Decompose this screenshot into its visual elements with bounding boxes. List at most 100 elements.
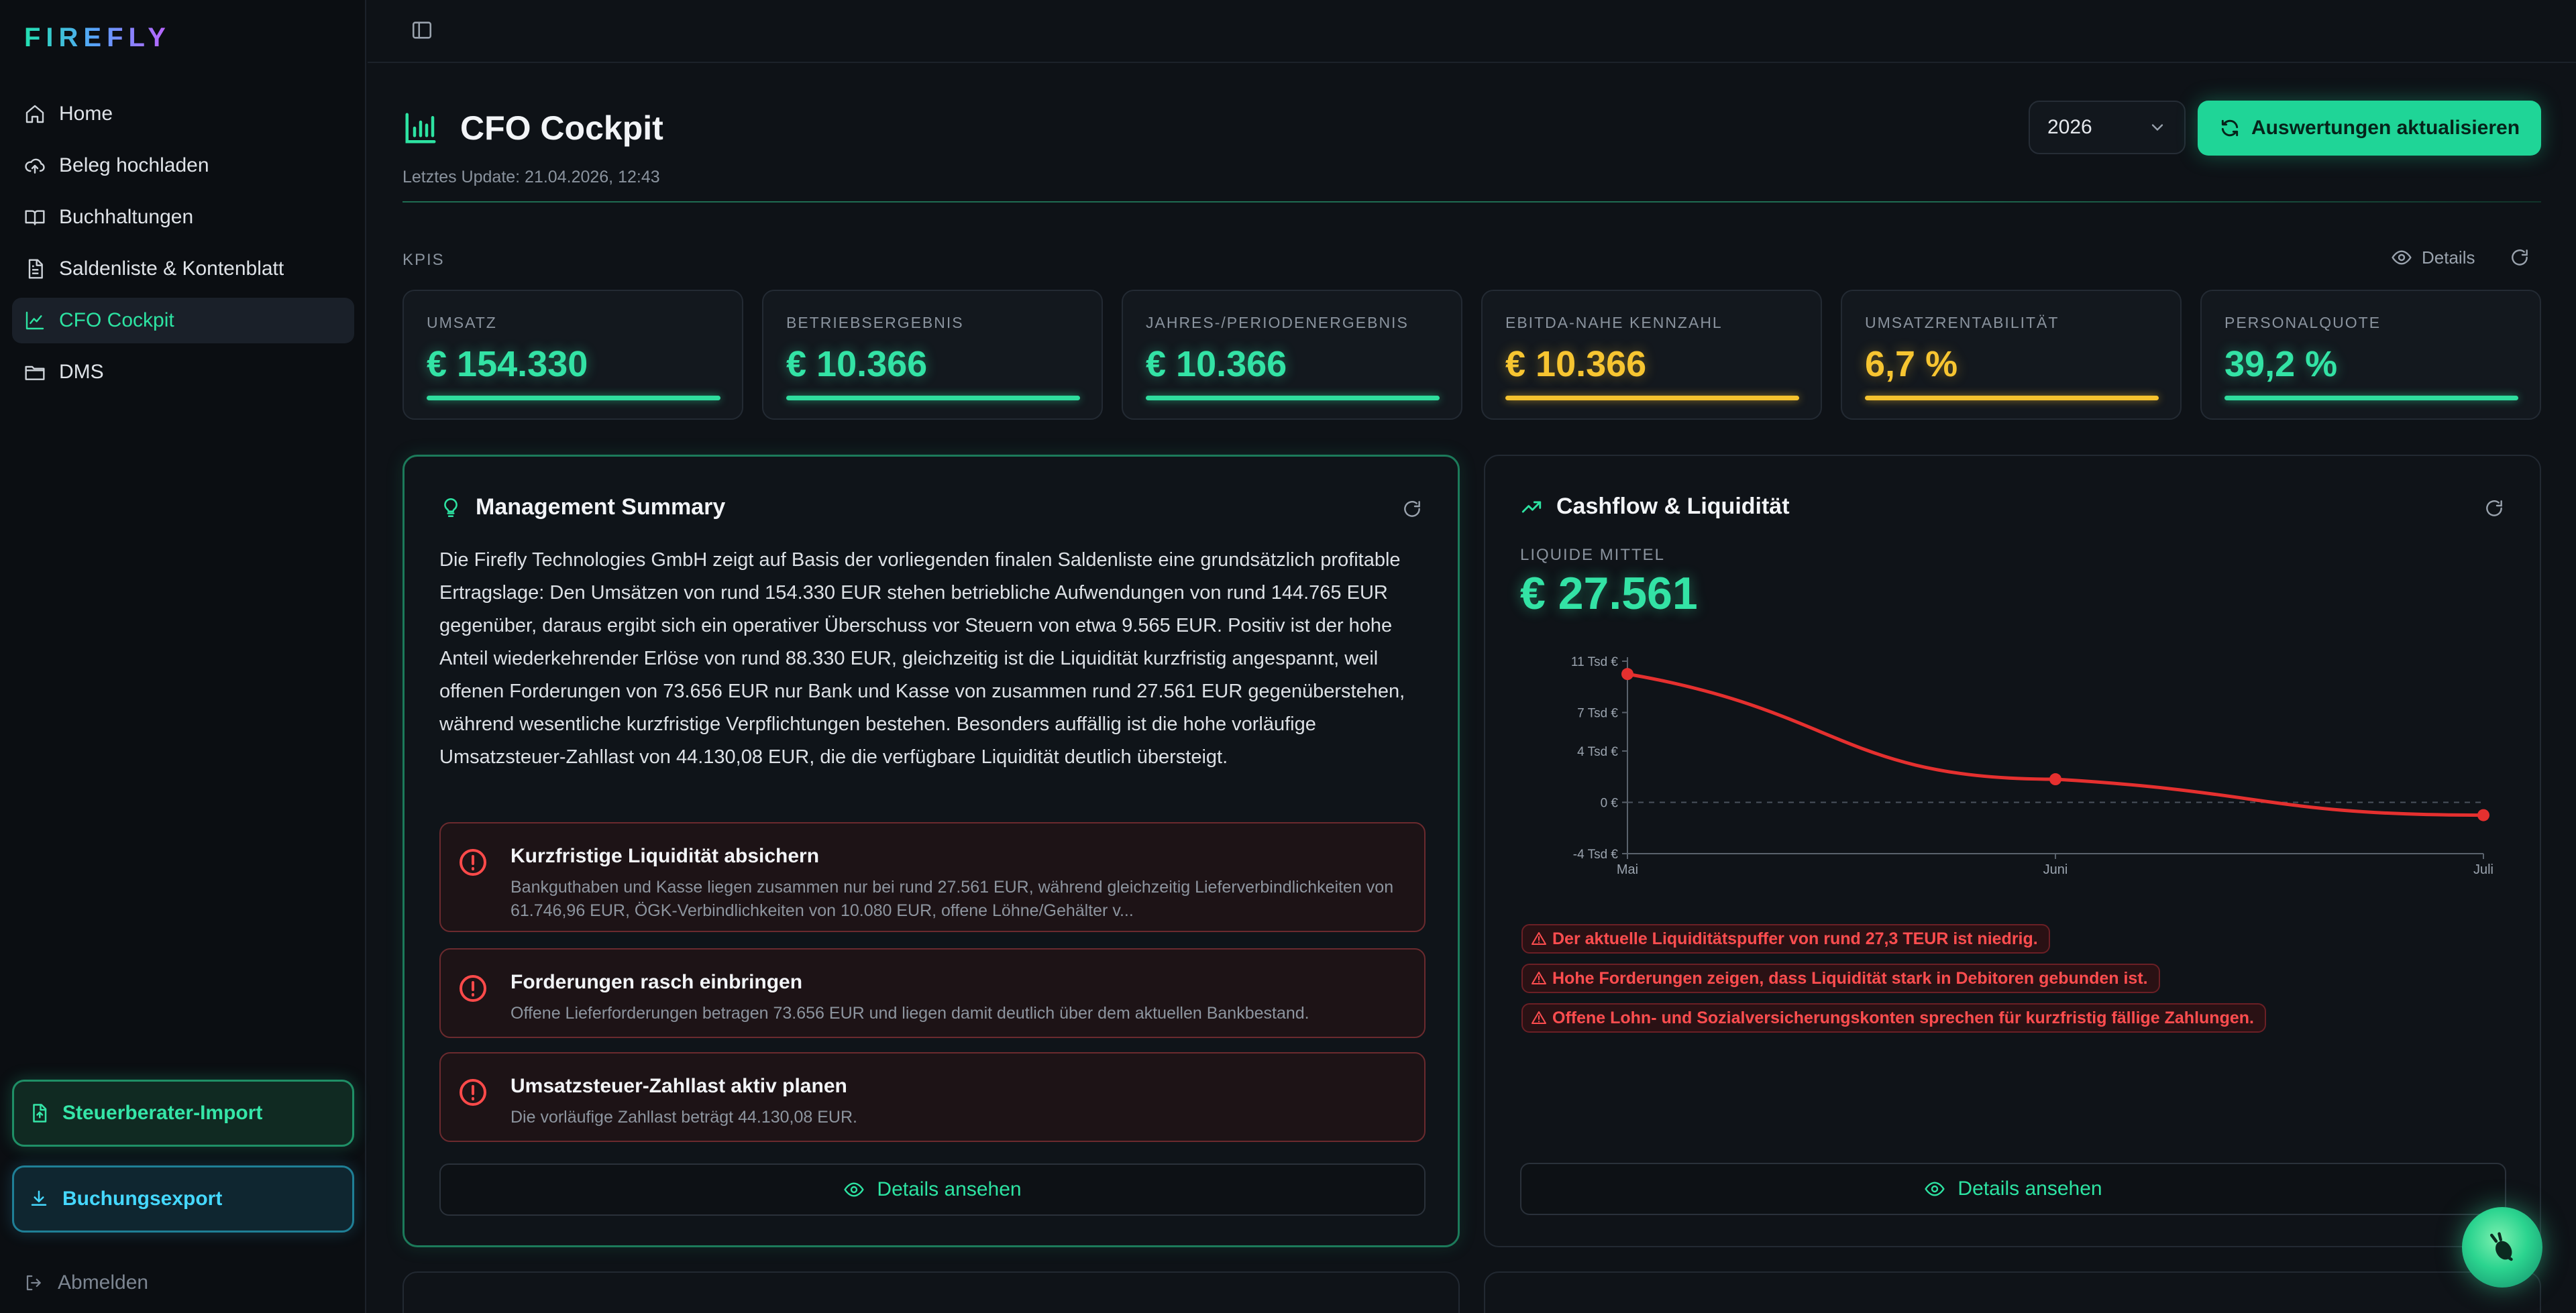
sidebar-item-cfo-cockpit[interactable]: CFO Cockpit [12, 298, 354, 343]
kpi-bar [1865, 396, 2159, 400]
kpi-card-umsatzrentabilitaet[interactable]: UMSATZRENTABILITÄT 6,7 % [1841, 290, 2182, 420]
management-refresh-icon[interactable] [1401, 498, 1423, 520]
kpi-card-betriebsergebnis[interactable]: BETRIEBSERGEBNIS € 10.366 [762, 290, 1103, 420]
kpi-bar [427, 396, 720, 400]
bar-chart-icon [402, 110, 439, 146]
kpi-card-umsatz[interactable]: UMSATZ € 154.330 [402, 290, 743, 420]
management-summary-header: Management Summary [439, 494, 725, 520]
alert-circle-icon [457, 972, 489, 1005]
y-tick-label: 0 € [1601, 796, 1619, 810]
lightbulb-icon [439, 496, 462, 519]
home-icon [24, 103, 46, 125]
app-logo[interactable]: FIREFLY [24, 23, 171, 53]
kpi-value: 39,2 % [2224, 344, 2338, 384]
sidebar-item-dms[interactable]: DMS [12, 349, 354, 395]
warning-pill: Der aktuelle Liquiditätspuffer von rund … [1521, 924, 2050, 954]
kpi-details-button[interactable]: Details [2391, 247, 2475, 268]
sidebar-item-beleg-hochladen[interactable]: Beleg hochladen [12, 143, 354, 188]
file-list-icon [24, 258, 46, 280]
kpis-section-label: KPIS [402, 251, 445, 269]
title-divider [402, 201, 2541, 203]
y-tick-label: 4 Tsd € [1577, 745, 1618, 759]
logout-link[interactable]: Abmelden [24, 1271, 148, 1294]
warning-pill: Offene Lohn- und Sozialversicherungskont… [1521, 1003, 2266, 1033]
kpi-value: € 10.366 [786, 344, 928, 384]
kpi-bar [1146, 396, 1440, 400]
data-point [1621, 668, 1633, 681]
book-icon [24, 207, 46, 228]
data-point [2477, 809, 2489, 821]
refresh-analysis-button[interactable]: Auswertungen aktualisieren [2198, 101, 2541, 156]
alert-card-forderungen[interactable]: Forderungen rasch einbringen Offene Lief… [439, 948, 1426, 1038]
sidebar-item-label: Home [59, 103, 113, 125]
kpi-label: EBITDA-NAHE KENNZAHL [1505, 314, 1723, 331]
kpi-details-label: Details [2422, 247, 2475, 268]
steuerberater-import-button[interactable]: Steuerberater-Import [12, 1080, 354, 1147]
kpi-card-ebitda[interactable]: EBITDA-NAHE KENNZAHL € 10.366 [1481, 290, 1822, 420]
sidebar-item-label: DMS [59, 361, 104, 383]
sidebar-item-label: CFO Cockpit [59, 309, 174, 331]
year-select[interactable]: 2026 [2029, 101, 2186, 154]
warning-text: Hohe Forderungen zeigen, dass Liquidität… [1552, 968, 2148, 988]
liquid-funds-label: LIQUIDE MITTEL [1520, 546, 1666, 564]
warning-triangle-icon [1531, 931, 1547, 947]
kpi-bar [2224, 396, 2518, 400]
data-point [2049, 773, 2061, 786]
y-tick-label: 11 Tsd € [1571, 655, 1619, 669]
alert-title: Forderungen rasch einbringen [511, 971, 803, 993]
alert-card-umsatzsteuer[interactable]: Umsatzsteuer-Zahllast aktiv planen Die v… [439, 1052, 1426, 1142]
sidebar-item-buchhaltungen[interactable]: Buchhaltungen [12, 194, 354, 240]
management-details-label: Details ansehen [877, 1178, 1022, 1200]
cashflow-title: Cashflow & Liquidität [1556, 494, 1790, 519]
firefly-bug-icon [2484, 1229, 2520, 1265]
sidebar-item-saldenliste[interactable]: Saldenliste & Kontenblatt [12, 246, 354, 292]
kpi-value: € 10.366 [1505, 344, 1647, 384]
refresh-analysis-label: Auswertungen aktualisieren [2251, 117, 2520, 139]
bottom-card-right [1484, 1271, 2541, 1313]
firefly-assistant-button[interactable] [2462, 1207, 2542, 1288]
buchungsexport-button[interactable]: Buchungsexport [12, 1165, 354, 1233]
kpi-label: PERSONALQUOTE [2224, 314, 2381, 331]
management-summary-text: Die Firefly Technologies GmbH zeigt auf … [439, 549, 1405, 768]
kpi-card-personalquote[interactable]: PERSONALQUOTE 39,2 % [2200, 290, 2541, 420]
cashflow-refresh-icon[interactable] [2483, 498, 2505, 519]
refresh-icon [2219, 117, 2241, 139]
kpi-value: € 154.330 [427, 344, 588, 384]
kpi-value: € 10.366 [1146, 344, 1287, 384]
chevron-down-icon [2148, 118, 2167, 137]
cashflow-details-label: Details ansehen [1957, 1178, 2102, 1200]
year-select-value: 2026 [2047, 116, 2092, 138]
kpi-refresh-icon[interactable] [2509, 247, 2530, 268]
folder-icon [24, 361, 46, 383]
alert-circle-icon [457, 1076, 489, 1108]
steuerberater-import-label: Steuerberater-Import [62, 1102, 263, 1124]
alert-card-liquiditaet[interactable]: Kurzfristige Liquidität absichern Bankgu… [439, 822, 1426, 932]
trending-up-icon [1520, 496, 1543, 518]
cashflow-chart: 11 Tsd € 7 Tsd € 4 Tsd € 0 € -4 Tsd €Mai Juni… [1571, 655, 2493, 877]
eye-icon [1924, 1178, 1945, 1200]
sidebar: FIREFLY Home Beleg hochladen Buchhaltung… [0, 0, 366, 1313]
alert-text: Offene Lieferforderungen betragen 73.656… [511, 1004, 1309, 1023]
management-summary-title: Management Summary [476, 494, 726, 520]
kpi-label: JAHRES-/PERIODENERGEBNIS [1146, 314, 1409, 331]
sidebar-item-home[interactable]: Home [12, 91, 354, 137]
cashflow-panel: Cashflow & Liquidität LIQUIDE MITTEL € 2… [1484, 455, 2541, 1247]
management-details-button[interactable]: Details ansehen [439, 1163, 1426, 1216]
warning-text: Offene Lohn- und Sozialversicherungskont… [1552, 1008, 2254, 1027]
x-tick-label: Juli [2473, 862, 2493, 877]
x-tick-label: Juni [2043, 862, 2068, 877]
sidebar-item-label: Beleg hochladen [59, 154, 209, 176]
cashflow-details-button[interactable]: Details ansehen [1520, 1163, 2506, 1215]
y-tick-label: -4 Tsd € [1573, 848, 1619, 862]
management-summary-panel: Management Summary Die Firefly Technolog… [402, 455, 1460, 1247]
warning-pill: Hohe Forderungen zeigen, dass Liquidität… [1521, 964, 2160, 993]
sidebar-toggle-icon[interactable] [411, 19, 433, 42]
sidebar-nav: Home Beleg hochladen Buchhaltungen Salde… [12, 91, 354, 401]
kpi-bar [786, 396, 1080, 400]
x-tick-label: Mai [1617, 862, 1638, 877]
kpi-label: BETRIEBSERGEBNIS [786, 314, 964, 331]
bottom-card-left [402, 1271, 1460, 1313]
page-title: CFO Cockpit [460, 109, 663, 147]
kpi-card-jahresergebnis[interactable]: JAHRES-/PERIODENERGEBNIS € 10.366 [1122, 290, 1462, 420]
alert-title: Umsatzsteuer-Zahllast aktiv planen [511, 1075, 847, 1097]
